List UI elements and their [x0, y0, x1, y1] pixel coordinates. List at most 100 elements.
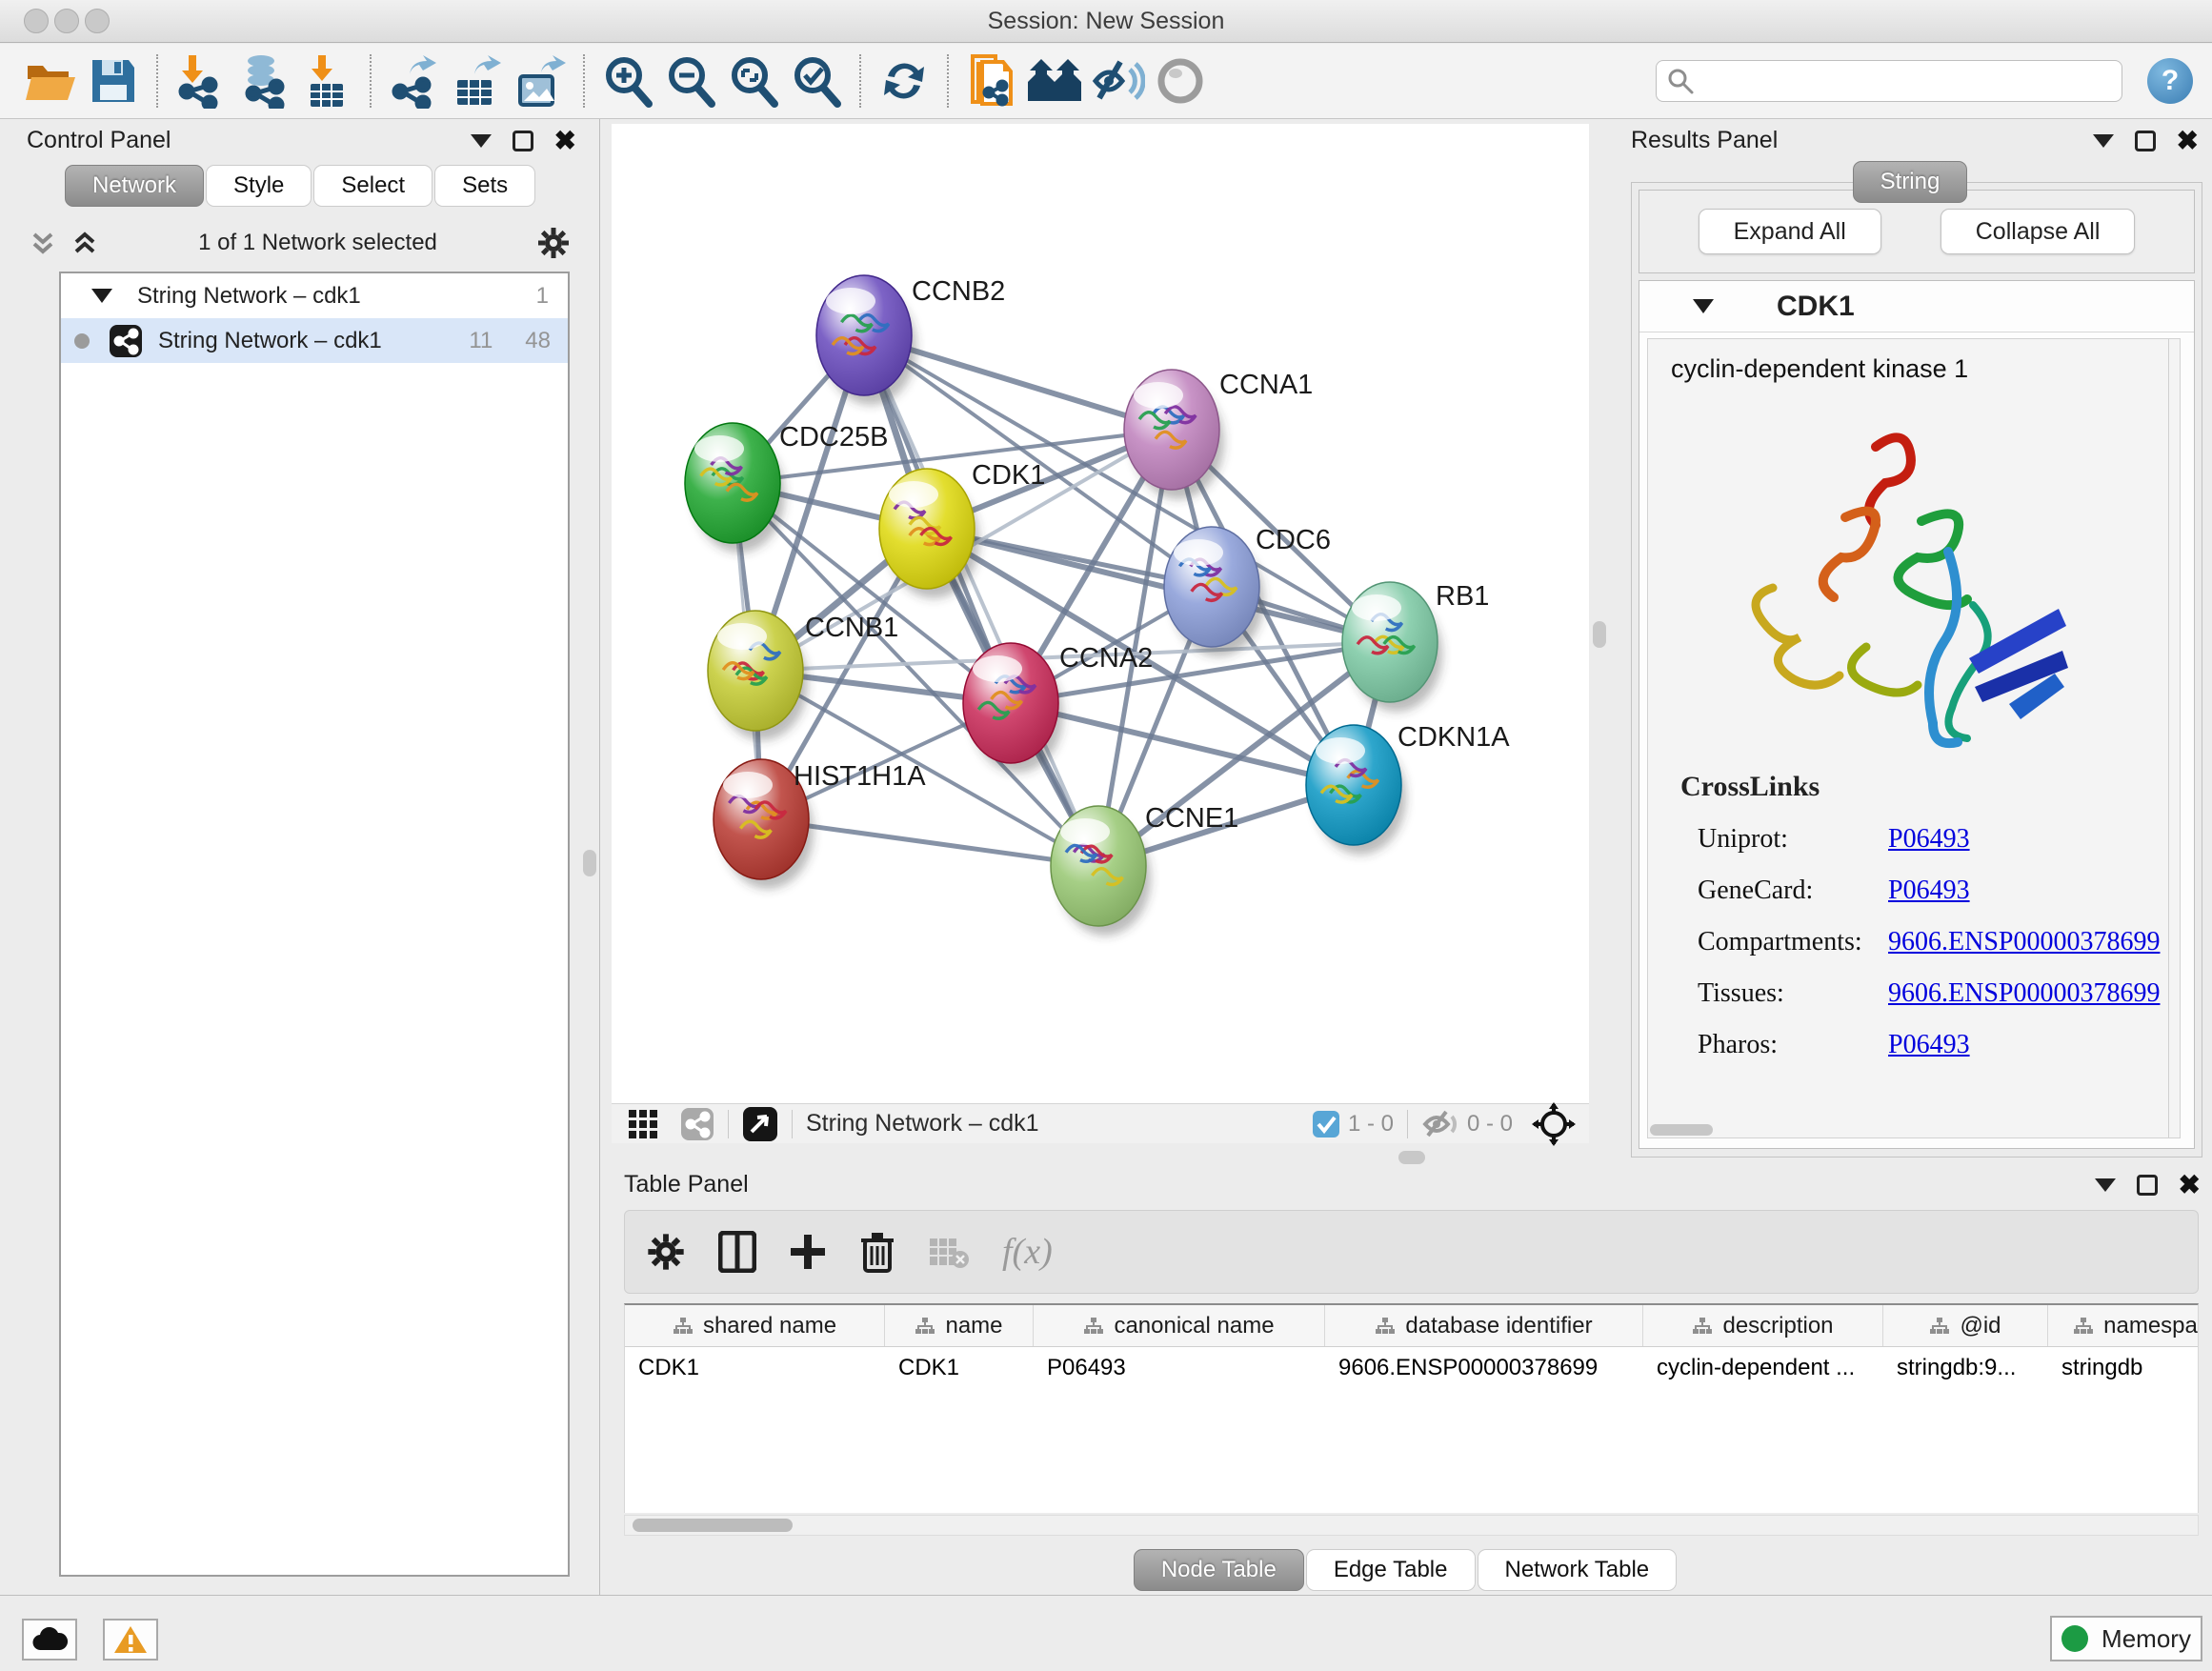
float-panel-icon[interactable]	[2135, 131, 2156, 151]
table-cell[interactable]: stringdb:9...	[1883, 1347, 2048, 1389]
help-button[interactable]: ?	[2147, 58, 2193, 104]
crosslink-link[interactable]: P06493	[1888, 824, 1970, 855]
fit-selected-crosshair-icon[interactable]	[1532, 1102, 1576, 1146]
table-hscrollbar[interactable]	[624, 1515, 2199, 1536]
table-row[interactable]: CDK1CDK1P064939606.ENSP00000378699cyclin…	[625, 1347, 2198, 1389]
network-row[interactable]: String Network – cdk1 11 48	[61, 318, 568, 363]
save-session-button[interactable]	[82, 52, 145, 110]
tab-network-table[interactable]: Network Table	[1478, 1549, 1678, 1591]
column-header-@id[interactable]: @id	[1883, 1305, 2048, 1346]
import-table-button[interactable]	[295, 52, 358, 110]
bottom-splitter-handle[interactable]	[1398, 1151, 1425, 1164]
column-header-database-identifier[interactable]: database identifier	[1325, 1305, 1643, 1346]
network-canvas[interactable]: CCNB2CCNA1CDC25BCDK1CDC6RB1CCNB1CCNA2CDK…	[612, 124, 1589, 1103]
node-RB1[interactable]: RB1	[1342, 581, 1489, 712]
crosslink-link[interactable]: P06493	[1888, 1030, 1970, 1060]
tab-select[interactable]: Select	[313, 165, 432, 207]
zoom-selected-button[interactable]	[785, 52, 848, 110]
node-CCNB2[interactable]: CCNB2	[816, 275, 1005, 405]
export-network-button[interactable]	[383, 52, 446, 110]
results-hscroll-thumb[interactable]	[1650, 1124, 1713, 1136]
grid-view-icon[interactable]	[627, 1108, 659, 1140]
column-header-description[interactable]: description	[1643, 1305, 1883, 1346]
search-field[interactable]	[1656, 60, 2122, 102]
node-HIST1H1A[interactable]: HIST1H1A	[714, 759, 926, 889]
tab-style[interactable]: Style	[206, 165, 312, 207]
import-network-from-database-button[interactable]	[232, 52, 295, 110]
expand-all-icon[interactable]	[70, 229, 99, 257]
expand-all-button[interactable]: Expand All	[1699, 209, 1881, 254]
memory-button[interactable]: Memory	[2050, 1616, 2202, 1661]
save-icon	[89, 56, 138, 106]
table-hscroll-thumb[interactable]	[633, 1519, 793, 1532]
zoom-fit-button[interactable]	[722, 52, 785, 110]
column-header-shared-name[interactable]: shared name	[625, 1305, 885, 1346]
column-header-name[interactable]: name	[885, 1305, 1034, 1346]
search-input[interactable]	[1695, 63, 2112, 99]
column-header-namespac[interactable]: namespac	[2048, 1305, 2199, 1346]
table-cell[interactable]: 9606.ENSP00000378699	[1325, 1347, 1643, 1389]
export-table-button[interactable]	[446, 52, 509, 110]
crosslink-link[interactable]: P06493	[1888, 876, 1970, 906]
node-CDC6[interactable]: CDC6	[1164, 525, 1331, 656]
open-session-button[interactable]	[19, 52, 82, 110]
table-options-gear-icon[interactable]	[646, 1232, 686, 1272]
network-graph[interactable]: CCNB2CCNA1CDC25BCDK1CDC6RB1CCNB1CCNA2CDK…	[612, 124, 1589, 1103]
tab-sets[interactable]: Sets	[434, 165, 535, 207]
table-cell[interactable]: cyclin-dependent ...	[1643, 1347, 1883, 1389]
table-cell[interactable]: CDK1	[885, 1347, 1034, 1389]
entry-expander-icon[interactable]	[1693, 299, 1714, 313]
table-cell[interactable]: stringdb	[2048, 1347, 2199, 1389]
collection-expander-icon[interactable]	[91, 289, 112, 303]
selected-checkbox-icon[interactable]	[1312, 1110, 1340, 1138]
close-panel-icon[interactable]: ✖	[2177, 131, 2199, 151]
tab-network[interactable]: Network	[65, 165, 204, 207]
warnings-button[interactable]	[103, 1619, 158, 1661]
delete-column-trash-icon[interactable]	[859, 1231, 895, 1273]
apply-layout-button[interactable]	[873, 52, 935, 110]
hide-selected-button[interactable]	[1086, 52, 1149, 110]
node-CDKN1A[interactable]: CDKN1A	[1306, 722, 1510, 855]
float-panel-icon[interactable]	[2137, 1175, 2158, 1196]
first-neighbors-button[interactable]	[1023, 52, 1086, 110]
show-columns-icon[interactable]	[718, 1231, 756, 1273]
clone-network-button[interactable]	[960, 52, 1023, 110]
table-cell[interactable]: P06493	[1034, 1347, 1325, 1389]
panel-menu-icon[interactable]	[471, 134, 492, 148]
tab-edge-table[interactable]: Edge Table	[1306, 1549, 1476, 1591]
close-panel-icon[interactable]: ✖	[2179, 1175, 2201, 1196]
gray-orb-button[interactable]	[1149, 52, 1212, 110]
export-image-button[interactable]	[509, 52, 572, 110]
node-CDK1[interactable]: CDK1	[879, 460, 1045, 598]
node-table[interactable]: shared namenamecanonical namedatabase id…	[624, 1303, 2199, 1513]
network-collection-row[interactable]: String Network – cdk1 1	[61, 273, 568, 318]
node-CCNE1[interactable]: CCNE1	[1051, 803, 1238, 936]
node-CCNA1[interactable]: CCNA1	[1124, 370, 1313, 499]
birds-eye-view-icon[interactable]	[742, 1106, 778, 1142]
left-splitter-handle[interactable]	[583, 850, 596, 876]
node-CDC25B[interactable]: CDC25B	[685, 422, 888, 553]
help-icon: ?	[2162, 65, 2179, 97]
network-options-gear-icon[interactable]	[536, 226, 571, 260]
zoom-in-button[interactable]	[596, 52, 659, 110]
table-cell[interactable]: CDK1	[625, 1347, 885, 1389]
node-details-header[interactable]: CDK1	[1639, 281, 2194, 332]
float-panel-icon[interactable]	[513, 131, 533, 151]
tab-string[interactable]: String	[1853, 161, 1968, 203]
zoom-out-button[interactable]	[659, 52, 722, 110]
tab-node-table[interactable]: Node Table	[1134, 1549, 1304, 1591]
import-network-button[interactable]	[170, 52, 232, 110]
collapse-all-button[interactable]: Collapse All	[1941, 209, 2136, 254]
network-share-toggle-icon[interactable]	[680, 1107, 714, 1141]
panel-menu-icon[interactable]	[2093, 134, 2114, 148]
results-scrollbar[interactable]	[2168, 339, 2180, 1137]
panel-menu-icon[interactable]	[2095, 1178, 2116, 1192]
cloud-button[interactable]	[22, 1619, 77, 1661]
collapse-all-icon[interactable]	[29, 229, 57, 257]
add-column-icon[interactable]	[789, 1233, 827, 1271]
column-header-canonical-name[interactable]: canonical name	[1034, 1305, 1325, 1346]
right-splitter-handle[interactable]	[1593, 621, 1606, 648]
crosslink-link[interactable]: 9606.ENSP00000378699	[1888, 927, 2160, 957]
crosslink-link[interactable]: 9606.ENSP00000378699	[1888, 978, 2160, 1009]
close-panel-icon[interactable]: ✖	[554, 131, 576, 151]
